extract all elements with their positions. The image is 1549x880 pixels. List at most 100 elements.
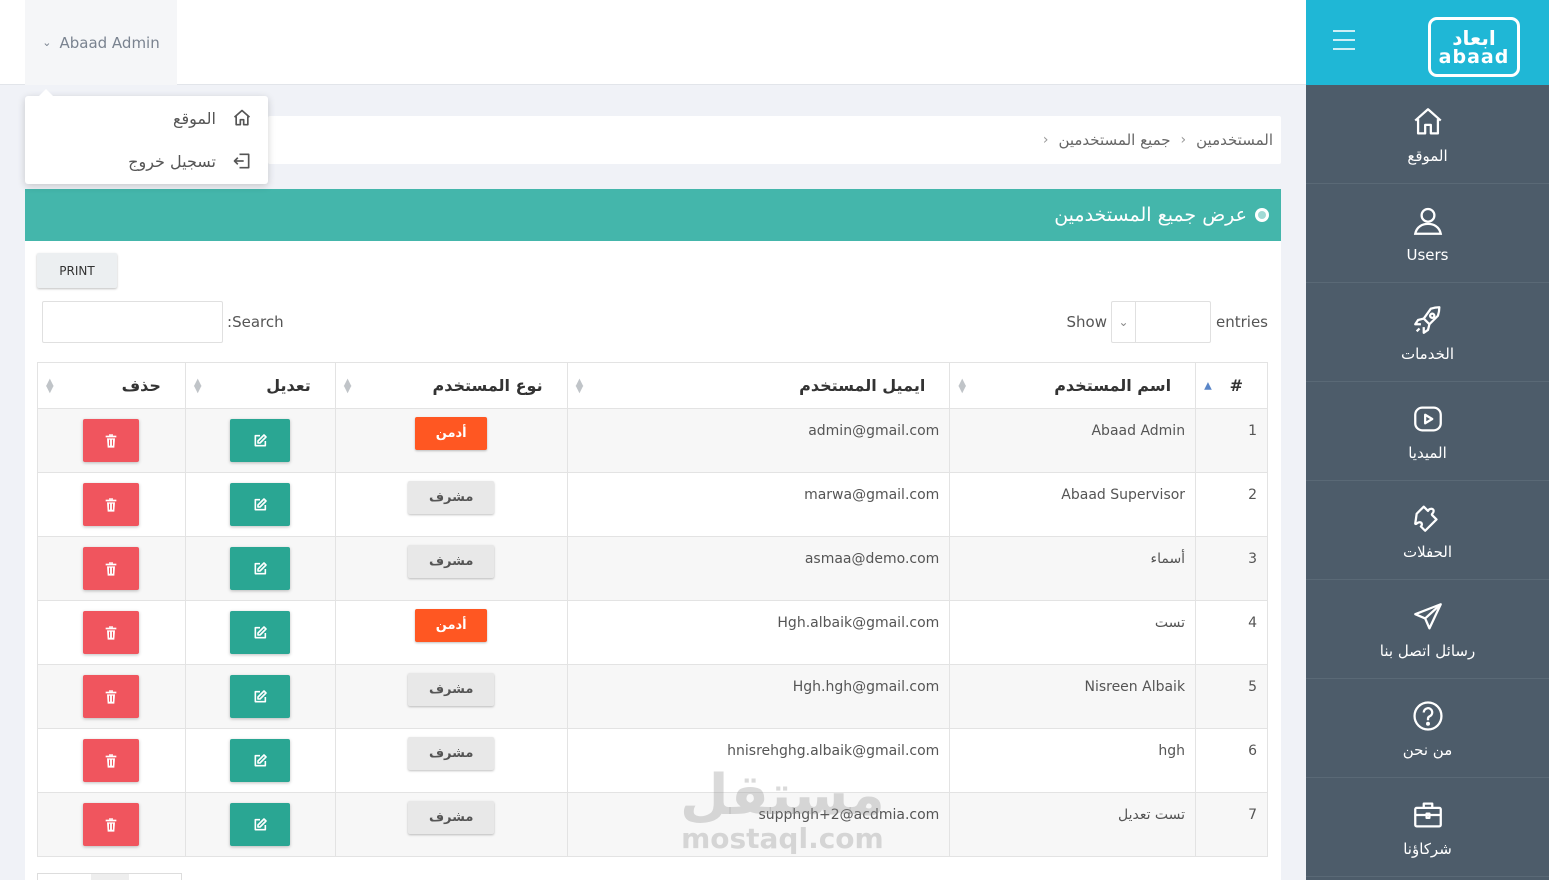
delete-button[interactable] [83, 803, 140, 846]
sidebar-item-services[interactable]: الخدمات [1306, 284, 1549, 382]
cell-user-email: supphgh+2@acdmia.com [566, 792, 951, 857]
user-type-badge: أدمن [415, 609, 488, 642]
delete-button[interactable] [83, 739, 140, 782]
delete-button[interactable] [83, 547, 140, 590]
cell-user-type: مشرف [334, 728, 568, 793]
column-header-email[interactable]: ايميل المستخدم ▲ ▼ [566, 362, 951, 409]
cell-delete [37, 728, 186, 793]
puzzle-icon [1413, 505, 1438, 532]
sidebar-item-label: الموقع [1407, 146, 1448, 165]
user-type-badge: مشرف [408, 673, 495, 706]
column-header-edit[interactable]: تعديل ▲ ▼ [184, 362, 336, 409]
hamburger-menu-icon[interactable] [1333, 30, 1355, 50]
help-icon [1412, 700, 1443, 731]
sidebar-item-about[interactable]: من نحن [1306, 680, 1549, 778]
cell-user-email: asmaa@demo.com [566, 536, 951, 601]
cell-user-type: أدمن [334, 600, 568, 665]
column-header-number[interactable]: # ▲ [1195, 362, 1268, 409]
user-type-badge: مشرف [408, 737, 495, 770]
cell-user-name: Abaad Admin [949, 408, 1197, 473]
cell-number: 7 [1195, 792, 1268, 857]
print-button[interactable]: PRINT [37, 253, 117, 288]
sidebar-item-users[interactable]: Users [1306, 185, 1549, 283]
edit-button[interactable] [230, 547, 291, 590]
cell-user-email: hnisrehghg.albaik@gmail.com [566, 728, 951, 793]
edit-button[interactable] [230, 483, 291, 526]
delete-button[interactable] [83, 419, 140, 462]
cell-number: 2 [1195, 472, 1268, 537]
cell-user-name: تست [949, 600, 1197, 665]
page-button[interactable] [91, 874, 129, 880]
sidebar-item-parties[interactable]: الحفلات [1306, 482, 1549, 580]
breadcrumb: المستخدمين ‹ جميع المستخدمين ‹ [268, 116, 1281, 164]
brand-logo[interactable]: ابعاد abaad [1428, 17, 1520, 77]
user-menu-button[interactable]: ⌄ Abaad Admin [25, 0, 177, 85]
sidebar-item-label: من نحن [1402, 740, 1453, 759]
user-type-badge: مشرف [408, 801, 495, 834]
table-row: 3 أسماء asmaa@demo.com مشرف [37, 536, 1268, 601]
cell-user-type: مشرف [334, 792, 568, 857]
sidebar-item-contact-messages[interactable]: رسائل اتصل بنا [1306, 581, 1549, 679]
entries-length-group: Show ⌄ entries [1067, 301, 1268, 343]
trash-icon [106, 561, 117, 576]
sort-icon: ▲ ▼ [958, 376, 967, 395]
sort-icon: ▲ ▼ [343, 376, 352, 395]
user-type-badge: مشرف [408, 545, 495, 578]
cell-user-type: مشرف [334, 664, 568, 729]
edit-button[interactable] [230, 675, 291, 718]
column-header-type[interactable]: نوع المستخدم ▲ ▼ [334, 362, 568, 409]
delete-button[interactable] [83, 675, 140, 718]
cell-user-email: marwa@gmail.com [566, 472, 951, 537]
dropdown-item-site[interactable]: الموقع [173, 103, 252, 133]
cell-edit [184, 792, 336, 857]
cell-number: 3 [1195, 536, 1268, 601]
cell-edit [184, 408, 336, 473]
edit-button[interactable] [230, 419, 291, 462]
edit-button[interactable] [230, 803, 291, 846]
home-icon [1413, 107, 1442, 134]
sidebar-item-label: الخدمات [1400, 344, 1455, 363]
pagination[interactable] [37, 873, 182, 880]
edit-button[interactable] [230, 611, 291, 654]
cell-user-name: تست تعديل [949, 792, 1197, 857]
cell-user-type: أدمن [334, 408, 568, 473]
edit-icon [254, 625, 268, 638]
breadcrumb-item-users[interactable]: المستخدمين [1196, 131, 1273, 149]
edit-button[interactable] [230, 739, 291, 782]
panel-title: عرض جميع المستخدمين [1054, 204, 1247, 226]
table-row: 6 hgh hnisrehghg.albaik@gmail.com مشرف [37, 728, 1268, 793]
delete-button[interactable] [83, 483, 140, 526]
breadcrumb-item-all-users[interactable]: جميع المستخدمين [1058, 131, 1170, 149]
table-row: 4 تست Hgh.albaik@gmail.com أدمن [37, 600, 1268, 665]
cell-delete [37, 664, 186, 729]
sidebar-item-label: Users [1406, 245, 1449, 264]
sidebar-item-media[interactable]: الميديا [1306, 383, 1549, 481]
user-type-badge: أدمن [415, 417, 488, 450]
cell-user-email: Hgh.albaik@gmail.com [566, 600, 951, 665]
top-bar: ⌄ Abaad Admin [0, 0, 1306, 85]
play-icon [1413, 406, 1442, 431]
edit-icon [254, 817, 268, 830]
user-dropdown-menu: الموقع تسجيل خروج [25, 89, 268, 184]
delete-button[interactable] [83, 611, 140, 654]
search-input[interactable] [42, 301, 223, 343]
cell-delete [37, 792, 186, 857]
cell-user-email: admin@gmail.com [566, 408, 951, 473]
column-header-delete[interactable]: حذف ▲ ▼ [37, 362, 186, 409]
users-table: # ▲ اسم المستخدم ▲ ▼ ايميل المستخدم ▲ ▼ نوع ا… [37, 362, 1268, 857]
edit-icon [254, 433, 268, 446]
cell-edit [184, 664, 336, 729]
search-group: Search: [42, 301, 284, 343]
sidebar-item-site[interactable]: الموقع [1306, 86, 1549, 184]
trash-icon [106, 689, 117, 704]
entries-select[interactable]: ⌄ [1111, 301, 1211, 343]
cell-number: 4 [1195, 600, 1268, 665]
dropdown-item-logout[interactable]: تسجيل خروج [128, 146, 252, 176]
cell-delete [37, 536, 186, 601]
cell-delete [37, 472, 186, 537]
cell-user-name: hgh [949, 728, 1197, 793]
column-header-name[interactable]: اسم المستخدم ▲ ▼ [949, 362, 1197, 409]
sidebar-item-label: شركاؤنا [1403, 839, 1452, 858]
chevron-down-icon: ⌄ [42, 36, 52, 49]
sidebar-item-partners[interactable]: شركاؤنا [1306, 779, 1549, 877]
